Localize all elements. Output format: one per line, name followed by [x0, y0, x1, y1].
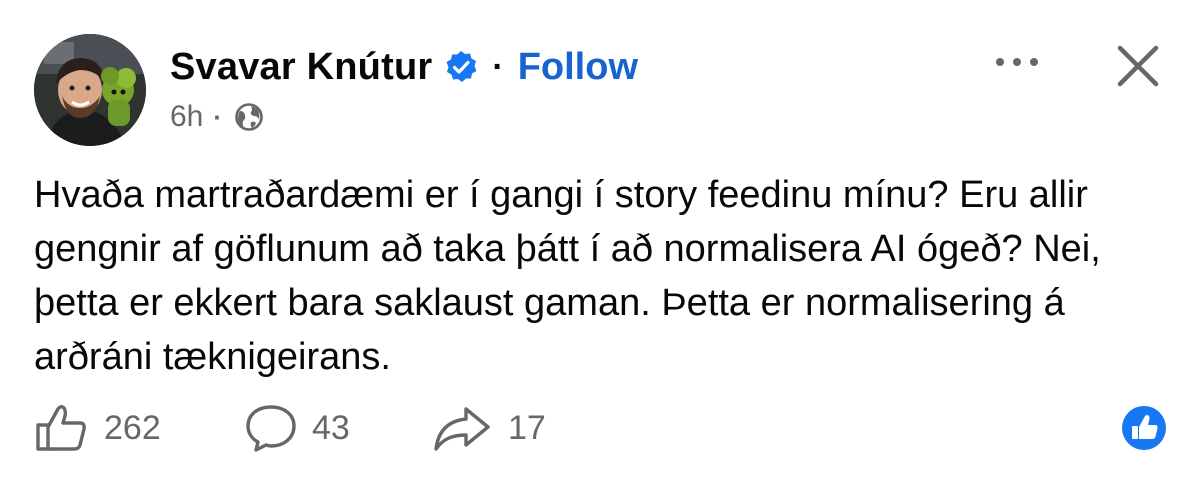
author-name[interactable]: Svavar Knútur	[170, 46, 432, 89]
share-button[interactable]: 17	[432, 400, 546, 456]
globe-icon[interactable]	[234, 102, 264, 132]
post-meta: 6h ·	[170, 98, 264, 136]
more-options-icon	[996, 58, 1038, 66]
thumbs-up-icon	[36, 405, 86, 451]
like-reaction-badge[interactable]	[1120, 404, 1168, 452]
share-count: 17	[508, 408, 546, 447]
post-time[interactable]: 6h	[170, 100, 203, 134]
post-card: Svavar Knútur · Follow 6h · Hvaða martra…	[0, 0, 1200, 486]
like-button[interactable]: 262	[34, 400, 161, 456]
post-text: Hvaða martraðardæmi er í gangi í story f…	[34, 174, 1101, 378]
author-row: Svavar Knútur · Follow	[170, 44, 638, 90]
like-count: 262	[104, 408, 161, 447]
more-options-button[interactable]	[988, 44, 1048, 80]
comment-icon	[246, 405, 296, 452]
follow-button[interactable]: Follow	[518, 46, 638, 89]
verified-badge-icon	[444, 50, 478, 84]
separator-dot: ·	[492, 47, 504, 86]
comment-button[interactable]: 43	[244, 400, 350, 456]
share-icon	[434, 407, 490, 451]
close-icon	[1117, 45, 1159, 87]
meta-separator: ·	[213, 101, 223, 132]
comment-count: 43	[312, 408, 350, 447]
like-reaction-icon	[1122, 406, 1166, 450]
avatar[interactable]	[34, 34, 146, 146]
close-button[interactable]	[1112, 40, 1164, 92]
